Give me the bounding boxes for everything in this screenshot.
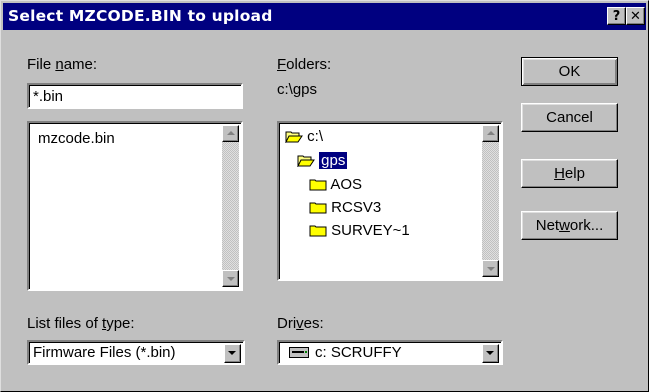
- current-path: c:\gps: [277, 81, 318, 98]
- file-list-scrollbar[interactable]: [222, 125, 239, 287]
- file-list[interactable]: mzcode.bin: [27, 121, 243, 291]
- chevron-down-icon: [228, 351, 236, 355]
- folder-icon: [309, 179, 327, 191]
- open-folder-icon: [285, 131, 303, 144]
- title-bar[interactable]: Select MZCODE.BIN to upload ? ✕: [3, 3, 646, 30]
- file-type-label: List files of type:: [27, 315, 135, 332]
- help-button[interactable]: Help: [521, 159, 618, 188]
- scroll-up-button[interactable]: [482, 125, 499, 142]
- arrow-down-icon: [487, 267, 495, 271]
- network-button[interactable]: Network...: [521, 211, 618, 240]
- drive-icon: [289, 347, 309, 358]
- file-open-dialog: Select MZCODE.BIN to upload ? ✕ File nam…: [0, 0, 649, 392]
- ok-button[interactable]: OK: [521, 57, 618, 86]
- cancel-button[interactable]: Cancel: [521, 103, 618, 132]
- drives-select[interactable]: c: SCRUFFY: [277, 340, 503, 365]
- folder-item-rcsv3[interactable]: RCSV3: [309, 198, 381, 218]
- help-title-button[interactable]: ?: [607, 7, 626, 25]
- arrow-up-icon: [487, 131, 495, 135]
- arrow-up-icon: [227, 131, 235, 135]
- folder-item-gps[interactable]: gps: [297, 151, 348, 171]
- file-type-dropdown-button[interactable]: [224, 344, 241, 363]
- folders-label: Folders:: [277, 56, 332, 73]
- folder-item-survey[interactable]: SURVEY~1: [309, 221, 410, 241]
- open-folder-icon: [297, 155, 315, 168]
- file-name-label: File name:: [27, 56, 98, 73]
- file-name-input[interactable]: *.bin: [27, 83, 243, 109]
- dialog-title: Select MZCODE.BIN to upload: [8, 7, 273, 25]
- scroll-down-button[interactable]: [482, 260, 499, 277]
- folder-tree-scrollbar[interactable]: [482, 125, 499, 277]
- scroll-up-button[interactable]: [222, 125, 239, 142]
- list-item[interactable]: mzcode.bin: [38, 129, 115, 149]
- drives-dropdown-button[interactable]: [482, 344, 499, 363]
- scroll-down-button[interactable]: [222, 270, 239, 287]
- chevron-down-icon: [486, 351, 494, 355]
- drives-label: Drives:: [277, 315, 324, 332]
- folder-icon: [309, 225, 327, 237]
- arrow-down-icon: [227, 277, 235, 281]
- folder-tree[interactable]: c:\ gps AOS RCSV3 SURVEY~1: [277, 121, 503, 281]
- folder-item-aos[interactable]: AOS: [309, 175, 362, 195]
- file-type-select[interactable]: Firmware Files (*.bin): [27, 340, 245, 365]
- folder-icon: [309, 202, 327, 214]
- folder-item-root[interactable]: c:\: [285, 127, 323, 147]
- close-button[interactable]: ✕: [626, 7, 645, 25]
